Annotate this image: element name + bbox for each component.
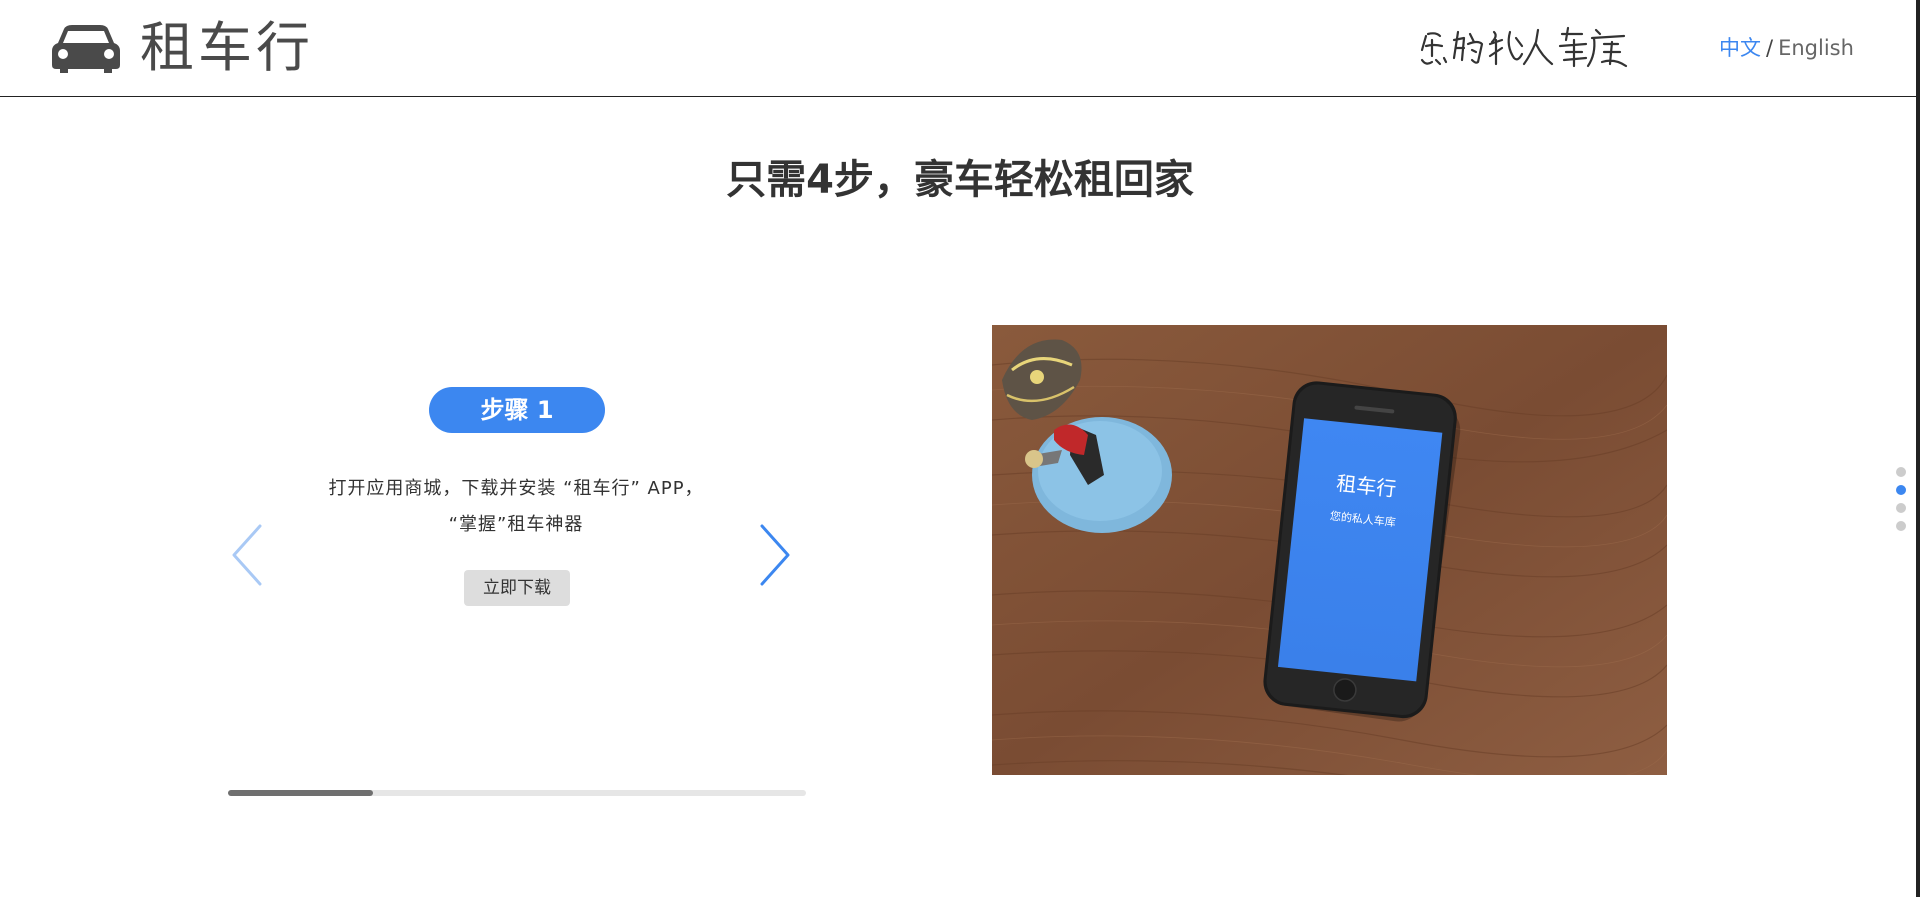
step-description-line-2: “掌握”租车神器 <box>448 514 584 535</box>
app-photo: 租车行 您的私人车库 <box>992 325 1667 775</box>
car-icon <box>52 23 120 73</box>
slider-next-button[interactable] <box>756 520 796 590</box>
step-description-line-1: 打开应用商城，下载并安装 “租车行” APP， <box>328 478 704 499</box>
pagination-dot-2[interactable] <box>1896 485 1906 495</box>
slogan-signature <box>1418 22 1638 72</box>
steps-slider: 步骤 1 打开应用商城，下载并安装 “租车行” APP， “掌握”租车神器 立即… <box>226 325 806 805</box>
download-button[interactable]: 立即下载 <box>464 570 570 606</box>
slider-progress-track <box>228 790 806 796</box>
chevron-left-icon <box>226 524 266 594</box>
chevron-right-icon <box>756 524 796 594</box>
lang-separator: / <box>1766 36 1774 60</box>
slider-prev-button[interactable] <box>226 520 266 590</box>
step-badge: 步骤 1 <box>429 387 605 433</box>
lang-chinese-link[interactable]: 中文 <box>1719 36 1761 60</box>
lang-english-link[interactable]: English <box>1778 36 1854 60</box>
logo-link[interactable]: 租车行 <box>52 18 314 78</box>
slider-progress-fill <box>228 790 373 796</box>
pagination-dot-1[interactable] <box>1896 467 1906 477</box>
logo-text: 租车行 <box>140 16 314 79</box>
pagination-dot-4[interactable] <box>1896 521 1906 531</box>
step-description: 打开应用商城，下载并安装 “租车行” APP， “掌握”租车神器 <box>286 471 746 543</box>
pagination-dot-3[interactable] <box>1896 503 1906 513</box>
page-title: 只需4步，豪车轻松租回家 <box>726 157 1194 203</box>
page-right-border <box>1916 0 1920 897</box>
header: 租车行 中文 / English <box>0 0 1920 97</box>
language-switcher: 中文 / English <box>1719 34 1854 62</box>
section-pagination <box>1896 467 1908 539</box>
